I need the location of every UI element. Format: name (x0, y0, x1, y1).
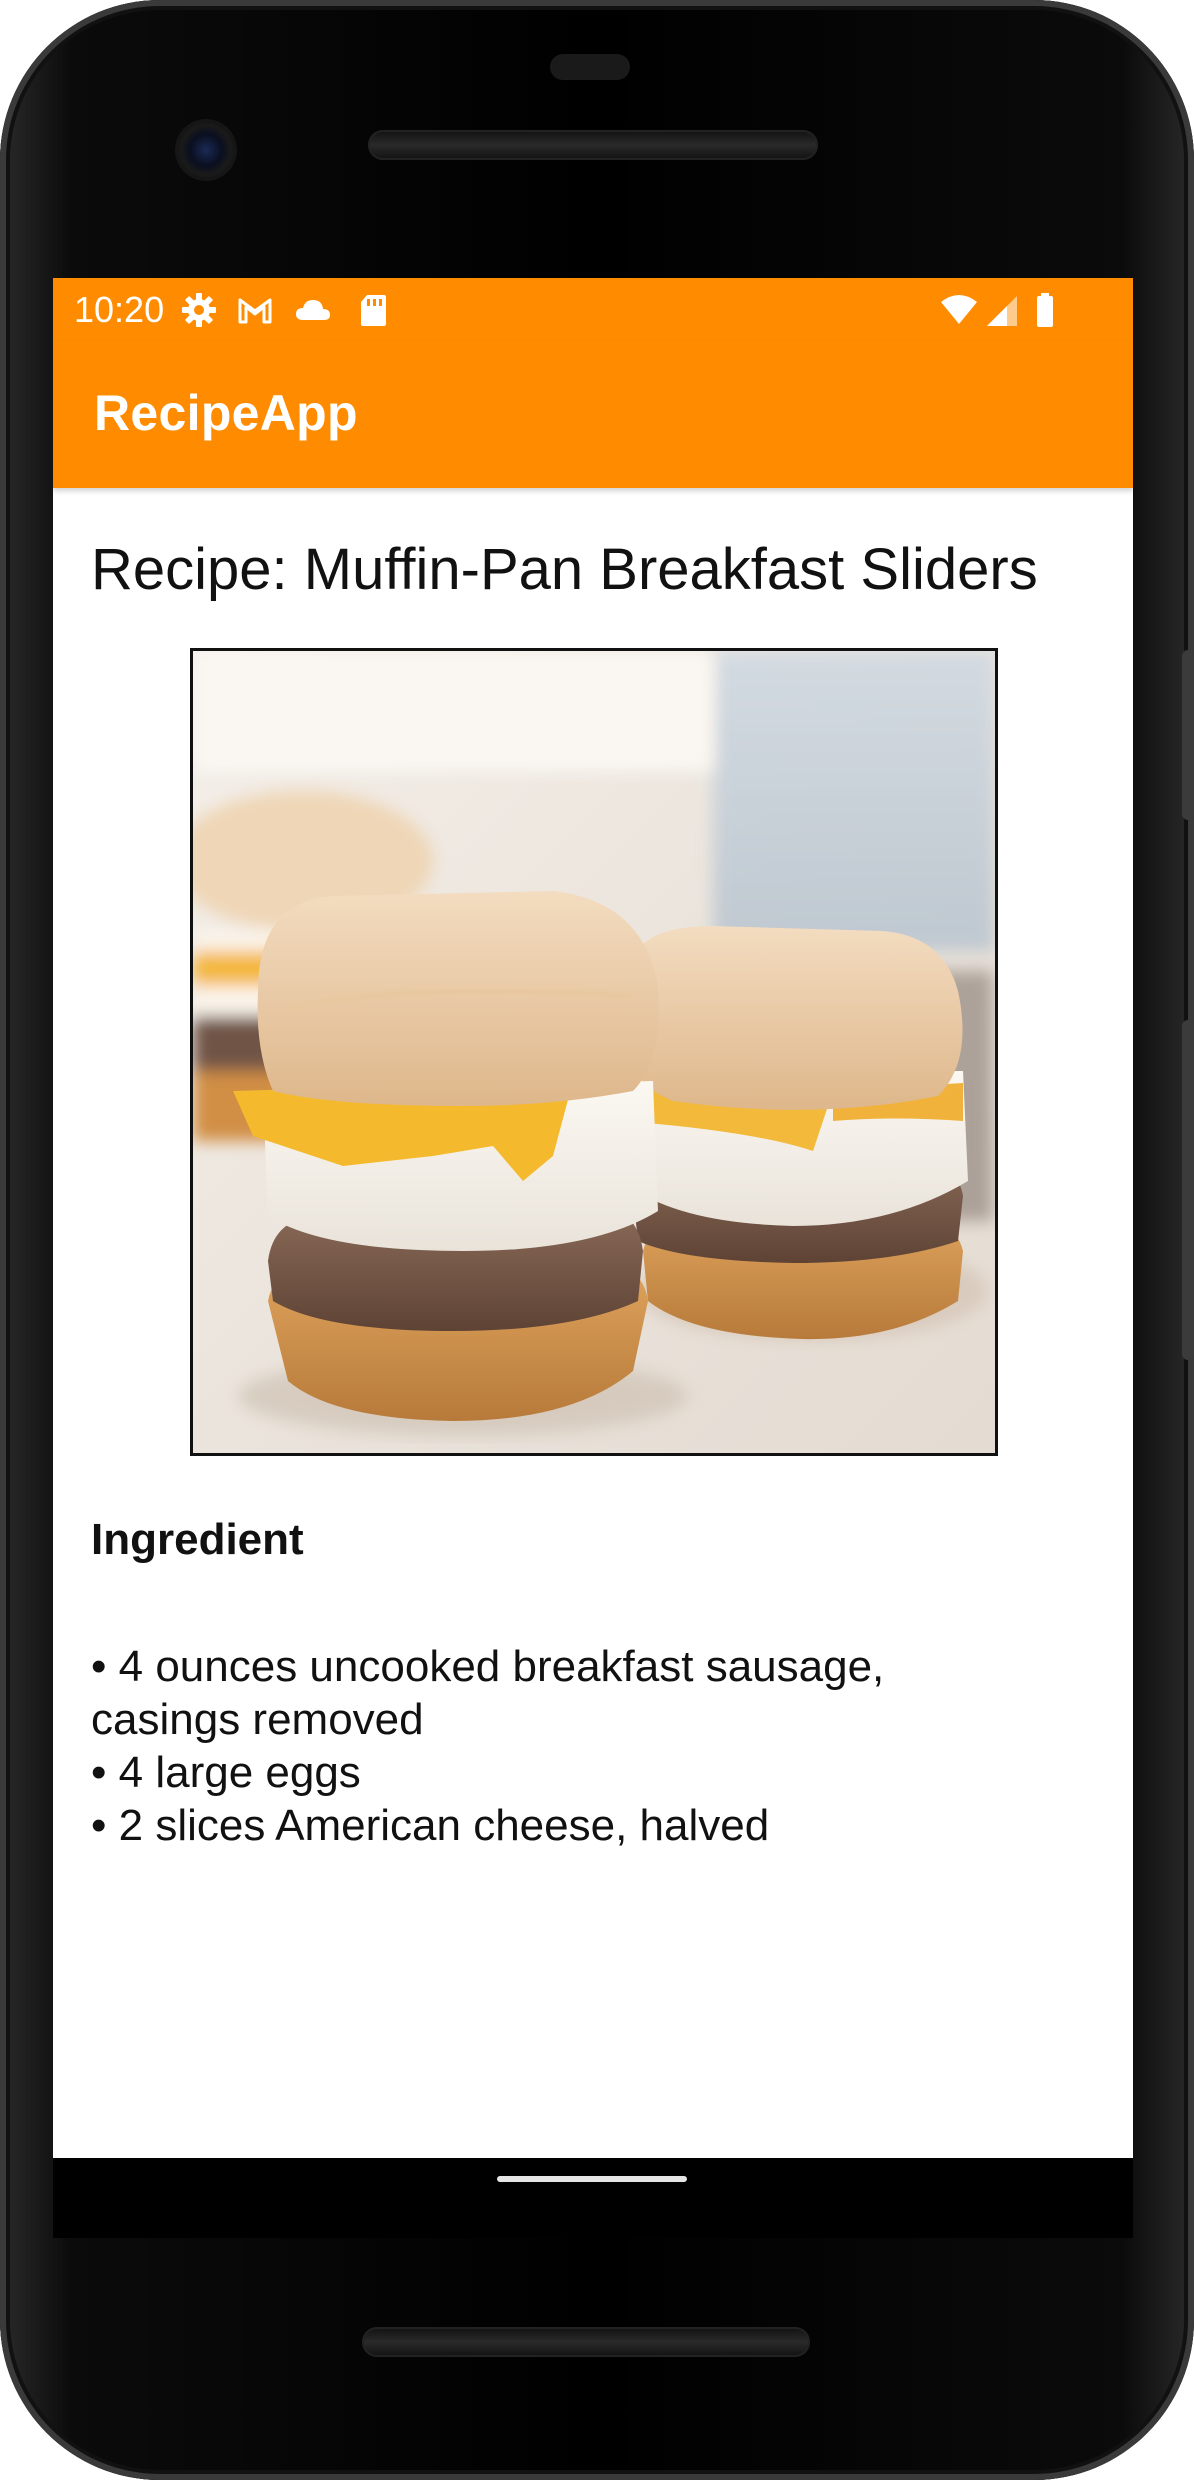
ingredient-line: • 4 ounces uncooked breakfast sausage, (91, 1642, 885, 1691)
ingredient-heading: Ingredient (91, 1515, 304, 1564)
app-title: RecipeApp (94, 385, 358, 441)
navigation-bar (53, 2158, 1133, 2238)
app-bar: RecipeApp (53, 341, 1133, 488)
gear-icon (179, 290, 219, 330)
earpiece-slot (550, 54, 630, 80)
status-bar: 10:20 (53, 278, 1133, 341)
front-camera (178, 122, 234, 178)
screen: 10:20 RecipeApp Recipe: Muffin-Pan Break… (53, 278, 1133, 2158)
ingredient-line: • 4 large eggs (91, 1748, 361, 1797)
status-time: 10:20 (74, 289, 165, 330)
ingredient-line: casings removed (91, 1695, 424, 1744)
recipe-image (190, 648, 998, 1456)
volume-button (1182, 1020, 1194, 1360)
power-button (1182, 650, 1194, 820)
battery-icon (1025, 290, 1065, 330)
wifi-icon (939, 290, 979, 330)
signal-icon (983, 290, 1023, 330)
gmail-icon (235, 290, 275, 330)
bottom-speaker-grille (362, 2327, 810, 2357)
home-gesture-pill[interactable] (497, 2176, 687, 2182)
recipe-title: Recipe: Muffin-Pan Breakfast Sliders (91, 537, 1038, 602)
cloud-icon (293, 290, 333, 330)
ingredient-line: • 2 slices American cheese, halved (91, 1801, 770, 1850)
phone-device: 10:20 RecipeApp Recipe: Muffin-Pan Break… (0, 0, 1194, 2480)
ingredient-list: • 4 ounces uncooked breakfast sausage, c… (91, 1640, 1091, 1852)
breakfast-sliders-photo (193, 651, 995, 1453)
top-speaker-grille (368, 130, 818, 160)
sd-card-icon (353, 290, 393, 330)
